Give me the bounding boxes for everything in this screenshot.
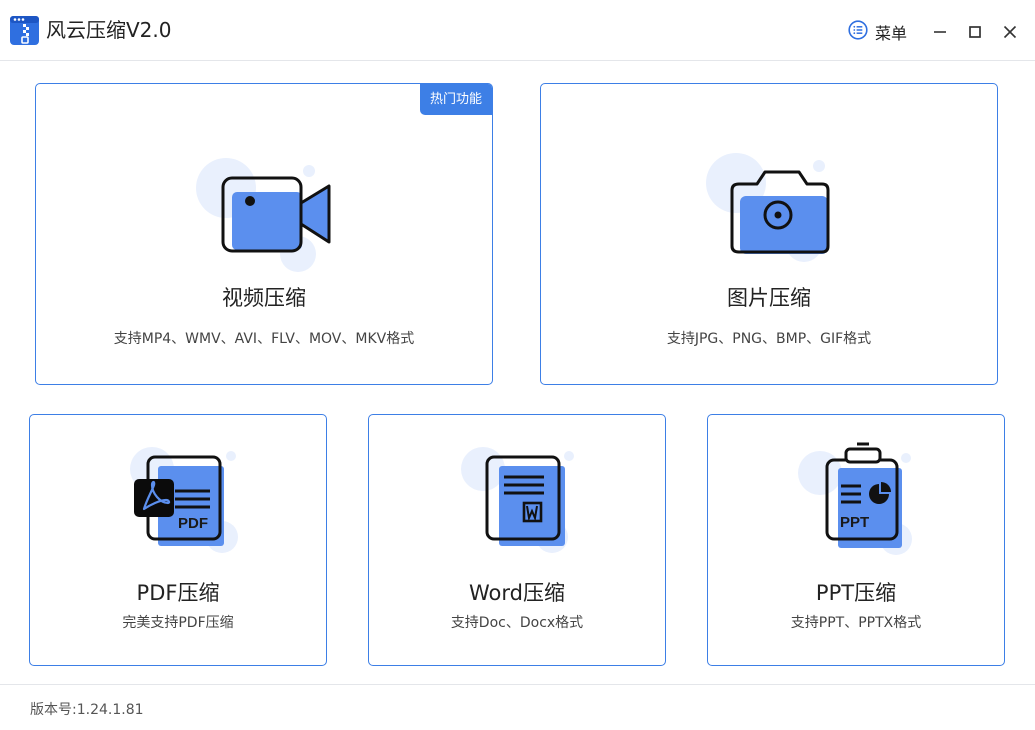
pdf-compress-card[interactable]: PDF PDF压缩 完美支持PDF压缩: [29, 414, 327, 666]
close-icon: [1003, 25, 1017, 39]
video-compress-card[interactable]: 热门功能 视频压缩 支持MP4、WMV、AVI、FLV、MOV、MKV格式: [35, 83, 493, 385]
ppt-compress-card[interactable]: PPT PPT压缩 支持PPT、PPTX格式: [707, 414, 1005, 666]
title-bar: 风云压缩V2.0 菜单: [0, 0, 1035, 61]
close-button[interactable]: [998, 20, 1022, 44]
camera-icon: [705, 152, 835, 276]
card-description: 支持JPG、PNG、BMP、GIF格式: [666, 331, 872, 347]
footer-divider: [0, 684, 1035, 685]
card-description: 完美支持PDF压缩: [122, 615, 234, 631]
pdf-document-icon: PDF: [130, 441, 245, 565]
card-title: Word压缩: [469, 581, 565, 605]
card-title: 图片压缩: [727, 286, 811, 310]
menu-label: 菜单: [875, 24, 908, 43]
menu-button[interactable]: 菜单: [848, 20, 907, 44]
app-title: 风云压缩V2.0: [46, 18, 172, 42]
maximize-icon: [969, 26, 981, 38]
minimize-icon: [934, 31, 946, 33]
card-description: 支持PPT、PPTX格式: [790, 615, 922, 631]
word-document-icon: [455, 441, 575, 565]
card-title: 视频压缩: [222, 286, 306, 310]
ppt-document-icon: PPT: [794, 441, 919, 565]
ppt-icon-text: PPT: [840, 514, 869, 531]
word-compress-card[interactable]: Word压缩 支持Doc、Docx格式: [368, 414, 666, 666]
card-title: PPT压缩: [815, 581, 897, 605]
card-description: 支持MP4、WMV、AVI、FLV、MOV、MKV格式: [113, 331, 415, 347]
card-title: PDF压缩: [136, 581, 220, 605]
card-description: 支持Doc、Docx格式: [450, 615, 584, 631]
minimize-button[interactable]: [928, 20, 952, 44]
menu-list-icon: [848, 20, 868, 44]
maximize-button[interactable]: [963, 20, 987, 44]
hot-feature-badge: 热门功能: [419, 84, 492, 115]
video-camera-icon: [196, 156, 336, 280]
pdf-icon-text: PDF: [178, 515, 208, 532]
app-logo-icon: [10, 16, 39, 45]
image-compress-card[interactable]: 图片压缩 支持JPG、PNG、BMP、GIF格式: [540, 83, 998, 385]
version-label: 版本号:1.24.1.81: [30, 702, 144, 718]
